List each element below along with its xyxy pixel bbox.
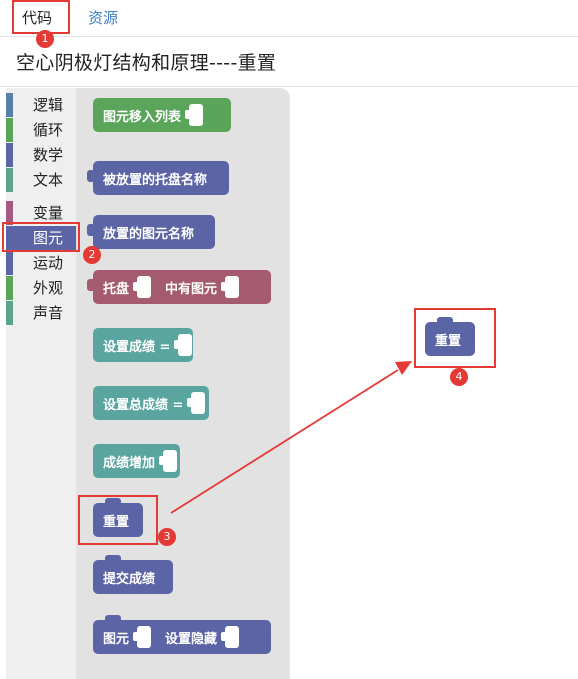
step-badge-4: 4 [450,368,468,386]
drag-arrow [170,361,412,514]
step-badge-3: 3 [158,528,176,546]
step-badge-1: 1 [36,30,54,48]
step-badge-2: 2 [83,246,101,264]
